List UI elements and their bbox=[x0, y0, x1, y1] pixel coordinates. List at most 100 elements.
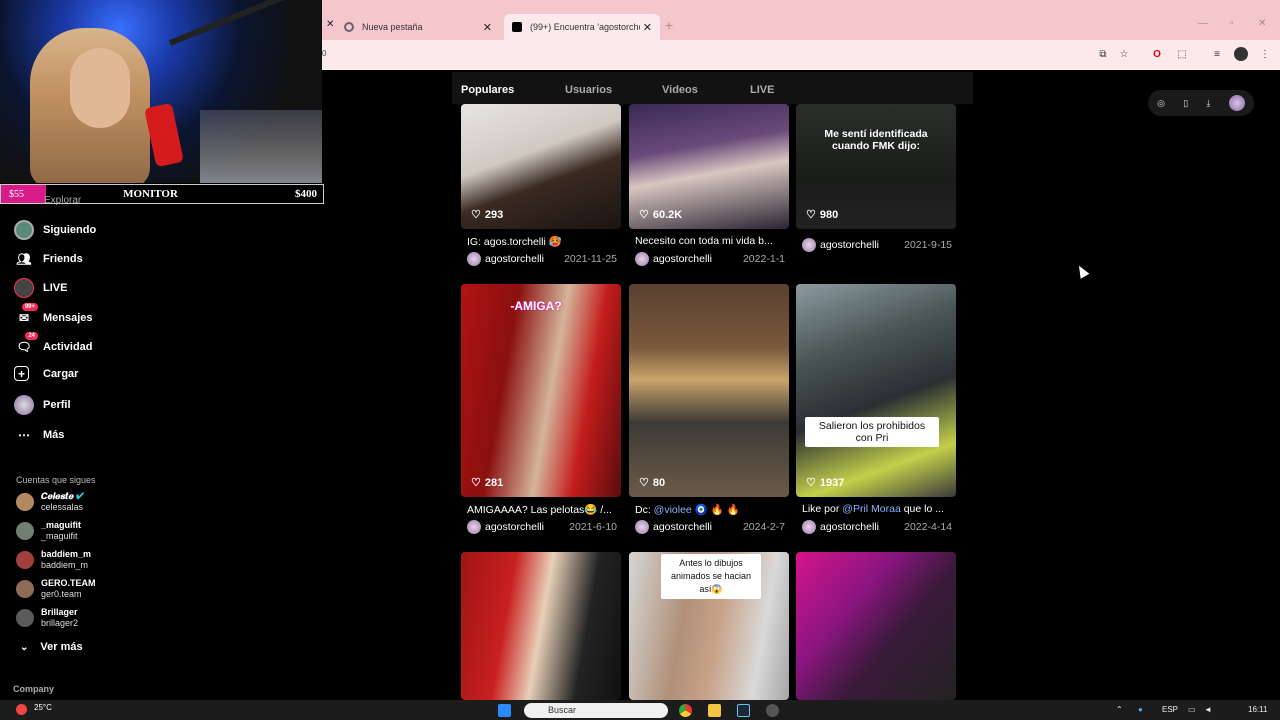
sidebar-item-friends[interactable]: 👥︎ Friends bbox=[14, 249, 82, 269]
mention-link[interactable]: @Pril Moraa bbox=[842, 503, 901, 515]
video-card[interactable] bbox=[796, 552, 956, 700]
chevron-up-icon[interactable]: ⌃ bbox=[1116, 705, 1123, 714]
video-thumbnail[interactable] bbox=[461, 552, 621, 700]
video-meta: agostorchelli 2021-6-10 bbox=[467, 520, 621, 534]
see-more-button[interactable]: ⌄ Ver más bbox=[20, 641, 83, 653]
company-link[interactable]: Company bbox=[13, 684, 54, 694]
video-thumbnail[interactable] bbox=[629, 284, 789, 497]
sidebar-item-mensajes[interactable]: ✉ 99+ Mensajes bbox=[14, 303, 93, 328]
tab-tiktok-search[interactable]: (99+) Encuentra 'agostorchelli' e ✕ bbox=[504, 14, 660, 40]
close-icon[interactable]: ✕ bbox=[483, 21, 492, 34]
following-account[interactable]: _maguifit _maguifit bbox=[16, 520, 81, 542]
media-controls-icon[interactable]: ≡ bbox=[1210, 47, 1224, 61]
extension-opera-icon[interactable]: O bbox=[1150, 47, 1164, 61]
video-caption: IG: agos.torchelli 🥵 bbox=[467, 236, 562, 248]
window-close-icon[interactable]: ✕ bbox=[1258, 18, 1266, 29]
following-avatar-icon bbox=[14, 220, 34, 240]
post-date: 2022-4-14 bbox=[904, 521, 952, 533]
address-text: 0 bbox=[322, 49, 327, 58]
like-count: ♡ 980 bbox=[806, 208, 839, 222]
right-toolbar: ◎ ▯ ⤓ bbox=[1148, 90, 1254, 116]
activity-icon: 🗨︎ 24 bbox=[14, 332, 38, 357]
following-account[interactable]: 𝑪𝒆𝒍𝒆𝒔𝒕𝒆 ✔ celessalas bbox=[16, 491, 84, 513]
account-name: Brillager bbox=[41, 607, 78, 617]
profile-avatar-icon bbox=[14, 395, 34, 415]
new-tab-icon[interactable]: + bbox=[665, 17, 673, 33]
video-card[interactable]: ♡ 293 IG: agos.torchelli 🥵 agostorchelli 2… bbox=[461, 104, 621, 270]
video-card[interactable]: ♡ 80 Dc: @violee 🧿 🔥 🔥 agostorchelli 2024-… bbox=[629, 284, 789, 536]
sidebar-item-live[interactable]: LIVE bbox=[14, 278, 67, 298]
following-account[interactable]: baddiem_m baddiem_m bbox=[16, 549, 91, 571]
video-card[interactable]: Salieron los prohibidos con Pri ♡ 1937 Li… bbox=[796, 284, 956, 536]
app-icon[interactable] bbox=[766, 704, 779, 717]
following-account[interactable]: GERO.TEAM ger0.team bbox=[16, 578, 96, 600]
extensions-puzzle-icon[interactable]: ⬚ bbox=[1175, 47, 1189, 61]
heart-icon: ♡ bbox=[806, 477, 816, 489]
clock[interactable]: 16:11 bbox=[1248, 705, 1267, 714]
verified-icon: ✔ bbox=[76, 491, 84, 501]
avatar bbox=[635, 252, 649, 266]
file-explorer-icon[interactable] bbox=[708, 704, 721, 717]
bookmark-star-icon[interactable]: ☆ bbox=[1117, 47, 1131, 61]
weather-icon[interactable] bbox=[16, 704, 27, 715]
sidebar-item-explorar[interactable]: Explorar bbox=[44, 195, 81, 206]
sidebar-item-cargar[interactable]: + Cargar bbox=[14, 366, 78, 381]
taskbar-search-input[interactable]: Buscar bbox=[524, 703, 668, 718]
tab-populares[interactable]: Populares bbox=[461, 84, 514, 96]
like-count: ♡ 293 bbox=[471, 208, 504, 222]
tab-live[interactable]: LIVE bbox=[750, 84, 774, 96]
video-overlay-text: -AMIGA? bbox=[510, 299, 562, 313]
heart-icon: ♡ bbox=[471, 209, 481, 221]
video-thumbnail[interactable] bbox=[461, 284, 621, 497]
avatar bbox=[635, 520, 649, 534]
author-name: agostorchelli bbox=[820, 521, 879, 533]
tab-videos[interactable]: Videos bbox=[662, 84, 698, 96]
install-app-icon[interactable]: ⧉ bbox=[1096, 47, 1110, 61]
tab-usuarios[interactable]: Usuarios bbox=[565, 84, 612, 96]
address-bar[interactable]: 0 bbox=[322, 40, 1280, 70]
sidebar-item-actividad[interactable]: 🗨︎ 24 Actividad bbox=[14, 332, 93, 357]
tab-new-tab[interactable]: Nueva pestaña ✕ bbox=[336, 14, 500, 40]
language-indicator[interactable]: ESP bbox=[1162, 705, 1178, 714]
video-thumbnail[interactable] bbox=[796, 284, 956, 497]
post-date: 2022-1-1 bbox=[742, 253, 785, 265]
close-icon[interactable]: ✕ bbox=[326, 19, 334, 30]
microphone bbox=[144, 102, 184, 168]
network-icon[interactable]: ▭ bbox=[1188, 705, 1196, 714]
phone-icon[interactable]: ▯ bbox=[1183, 98, 1188, 109]
video-caption: Dc: @violee 🧿 🔥 🔥 bbox=[635, 504, 740, 516]
windows-start-icon[interactable] bbox=[498, 704, 511, 717]
author-name: agostorchelli bbox=[485, 521, 544, 533]
sidebar-item-perfil[interactable]: Perfil bbox=[14, 395, 71, 415]
compass-icon[interactable]: ◎ bbox=[1157, 98, 1165, 109]
video-card[interactable]: ♡ 60.2K Necesito con toda mi vida b... ag… bbox=[629, 104, 789, 270]
profile-avatar-icon[interactable] bbox=[1228, 95, 1245, 111]
video-caption: Necesito con toda mi vida b... bbox=[635, 235, 773, 247]
chrome-icon[interactable] bbox=[679, 704, 692, 717]
microphone-icon[interactable]: ● bbox=[1138, 705, 1143, 714]
search-tabs: Populares Usuarios Videos LIVE bbox=[452, 72, 973, 104]
maximize-icon[interactable]: ▫ bbox=[1230, 18, 1234, 29]
more-icon: ⋯ bbox=[18, 428, 30, 442]
video-card[interactable]: Me sentí identificada cuando FMK dijo: ♡… bbox=[796, 104, 956, 270]
minimize-icon[interactable]: — bbox=[1198, 18, 1208, 29]
browser-menu-icon[interactable]: ⋮ bbox=[1258, 47, 1272, 61]
close-icon[interactable]: ✕ bbox=[643, 21, 652, 34]
video-card[interactable]: Antes lo dibujos animados se hacian así😱 bbox=[629, 552, 789, 700]
sidebar-item-siguiendo[interactable]: Siguiendo bbox=[14, 220, 96, 240]
video-card[interactable] bbox=[461, 552, 621, 700]
video-card[interactable]: -AMIGA? ♡ 281 AMIGAAAA? Las pelotas😂 /...… bbox=[461, 284, 621, 536]
steam-icon[interactable] bbox=[737, 704, 750, 717]
video-thumbnail[interactable] bbox=[796, 552, 956, 700]
avatar bbox=[16, 522, 34, 540]
sidebar-item-label: Mensajes bbox=[43, 312, 93, 324]
video-overlay-text: Salieron los prohibidos con Pri bbox=[805, 417, 939, 447]
mention-link[interactable]: @violee bbox=[654, 504, 692, 516]
sidebar-item-mas[interactable]: ⋯ Más bbox=[14, 425, 64, 445]
download-icon[interactable]: ⤓ bbox=[1207, 98, 1211, 109]
profile-avatar-icon[interactable] bbox=[1234, 47, 1248, 61]
following-account[interactable]: Brillager brillager2 bbox=[16, 607, 78, 629]
volume-icon[interactable]: ◄ bbox=[1204, 705, 1212, 714]
streamer-face bbox=[70, 48, 130, 128]
video-meta: agostorchelli 2021-11-25 bbox=[467, 252, 621, 266]
